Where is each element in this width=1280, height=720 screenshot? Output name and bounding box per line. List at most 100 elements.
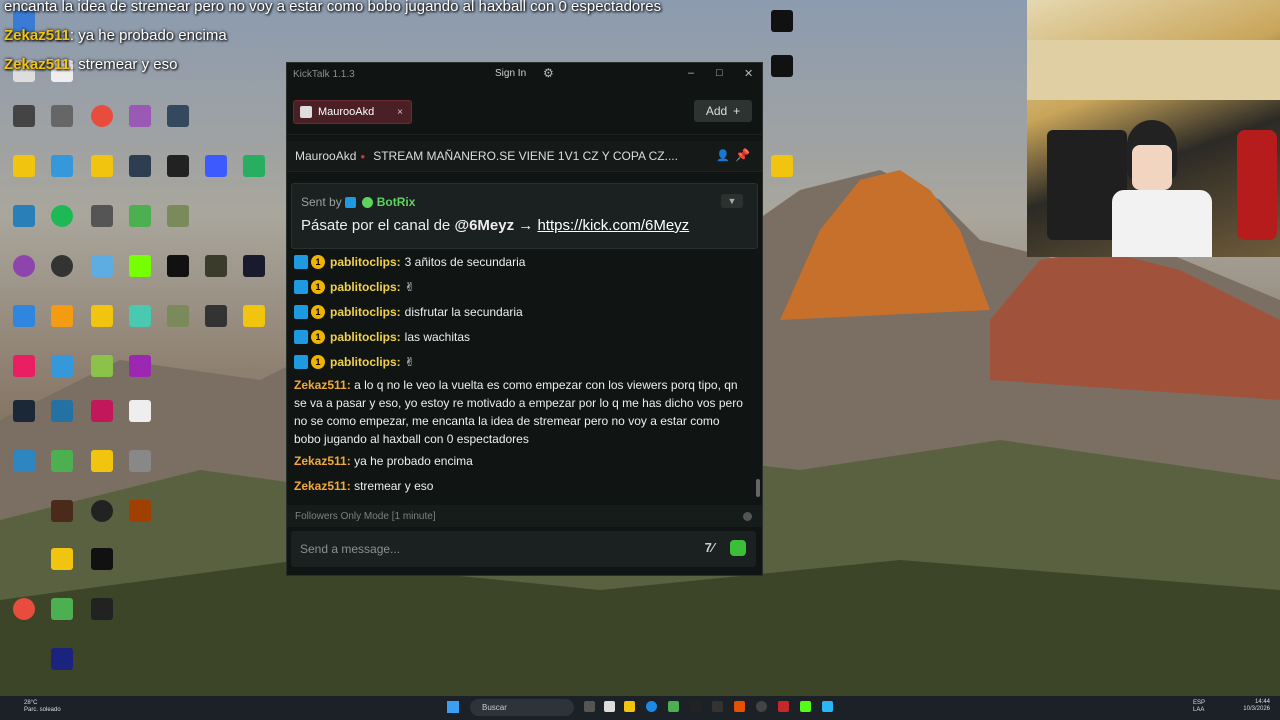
- taskbar-app-icon[interactable]: [604, 701, 615, 712]
- sent-by-label: Sent by: [301, 195, 342, 209]
- chat-username[interactable]: pablitoclips:: [330, 305, 401, 319]
- windows-start-icon[interactable]: [447, 701, 459, 713]
- chat-username[interactable]: Zekaz511:: [294, 378, 351, 392]
- kicktalk-window: KickTalk 1.1.3 Sign In ⚙ – □ ✕ MaurooAkd…: [286, 62, 763, 576]
- desktop-icon[interactable]: [40, 648, 84, 672]
- overlay-username: Zekaz511: [4, 27, 70, 44]
- user-icon[interactable]: 👤: [716, 149, 730, 162]
- taskbar-app-icon[interactable]: [822, 701, 833, 712]
- add-label: Add: [705, 104, 728, 118]
- stream-overlay-line: Zekaz511: ya he probado encima: [4, 27, 227, 44]
- pinned-text-prefix: Pásate por el canal de: [301, 217, 451, 234]
- chat-emote: ✌: [404, 279, 415, 294]
- taskbar-app-icon[interactable]: [800, 701, 811, 712]
- title-bar: KickTalk 1.1.3 Sign In ⚙ – □ ✕: [287, 63, 762, 86]
- desktop-icon[interactable]: [40, 105, 84, 129]
- taskbar-app-icon[interactable]: [712, 701, 723, 712]
- desktop-icon[interactable]: [760, 55, 804, 79]
- badge-icon: [294, 354, 308, 369]
- settings-gear-icon[interactable]: ⚙: [543, 66, 554, 80]
- chat-username[interactable]: pablitoclips:: [330, 330, 401, 344]
- maximize-button[interactable]: □: [716, 67, 723, 79]
- chat-username[interactable]: Zekaz511:: [294, 479, 351, 493]
- live-indicator-icon: ●: [360, 151, 366, 161]
- chat-text: ya he probado encima: [354, 453, 473, 468]
- desktop-icon[interactable]: [40, 400, 84, 424]
- weather-widget[interactable]: 28°C Parc. soleado: [24, 700, 61, 714]
- desktop-icon[interactable]: [40, 548, 84, 572]
- taskbar: 28°C Parc. soleado Buscar ESP LAA 14:44 …: [0, 696, 1280, 720]
- chevron-down-icon[interactable]: ▼: [721, 194, 743, 208]
- chat-message: Zekaz511: a lo q no le veo la vuelta es …: [294, 376, 749, 448]
- pin-icon[interactable]: 📌: [735, 148, 750, 162]
- taskbar-clock[interactable]: 14:44 10/3/2026: [1243, 699, 1270, 713]
- desktop-icon[interactable]: [118, 400, 162, 424]
- desktop-icon[interactable]: [760, 155, 804, 179]
- sub-badge-icon: 1: [311, 304, 325, 319]
- taskbar-app-icon[interactable]: [584, 701, 595, 712]
- taskbar-app-icon[interactable]: [646, 701, 657, 712]
- chat-username[interactable]: Zekaz511:: [294, 454, 351, 468]
- desktop-icon[interactable]: [80, 548, 124, 572]
- close-button[interactable]: ✕: [744, 67, 753, 80]
- desktop-icon[interactable]: [40, 205, 84, 229]
- sub-badge-icon: 1: [311, 279, 325, 294]
- tab-maurooakd[interactable]: MaurooAkd ×: [293, 100, 412, 124]
- language-indicator[interactable]: ESP LAA: [1193, 700, 1205, 714]
- desktop-icon[interactable]: [40, 305, 84, 329]
- weather-temp: 28°C: [24, 700, 38, 706]
- sign-in-button[interactable]: Sign In: [495, 68, 526, 79]
- pinned-link[interactable]: https://kick.com/6Meyz: [537, 217, 689, 234]
- desktop-icon[interactable]: [80, 598, 124, 622]
- taskbar-app-icon[interactable]: [734, 701, 745, 712]
- desktop-icon[interactable]: [40, 598, 84, 622]
- chat-text: las wachitas: [404, 329, 471, 344]
- taskbar-app-icon[interactable]: [624, 701, 635, 712]
- chat-username[interactable]: pablitoclips:: [330, 255, 401, 269]
- message-input[interactable]: Send a message... 7⁄: [291, 531, 756, 567]
- desktop-icon[interactable]: [40, 155, 84, 179]
- minimize-button[interactable]: –: [688, 67, 694, 79]
- badge-icon: [294, 329, 308, 344]
- desktop-icon[interactable]: [232, 305, 276, 329]
- badge-icon: [294, 279, 308, 294]
- add-channel-button[interactable]: Add +: [694, 100, 752, 122]
- tab-close-icon[interactable]: ×: [397, 107, 403, 118]
- channel-avatar: [300, 106, 312, 118]
- desktop-icon[interactable]: [118, 450, 162, 474]
- desktop-icon[interactable]: [760, 10, 804, 34]
- chat-text: a lo q no le veo la vuelta es como empez…: [294, 378, 743, 446]
- overlay-text: : stremear y eso: [69, 56, 178, 73]
- taskbar-app-icon[interactable]: [778, 701, 789, 712]
- message-placeholder: Send a message...: [300, 542, 401, 556]
- desktop-icon[interactable]: [232, 255, 276, 279]
- pinned-text: Pásate por el canal de @6Meyz → https://…: [301, 217, 689, 234]
- 7tv-emote-icon[interactable]: 7⁄: [705, 540, 714, 555]
- chat-text: stremear y eso: [354, 478, 434, 493]
- desktop-icon[interactable]: [232, 155, 276, 179]
- desktop-icon[interactable]: [118, 355, 162, 379]
- pinned-mention[interactable]: @6Meyz: [454, 217, 514, 234]
- stream-title: STREAM MAÑANERO.SE VIENE 1V1 CZ Y COPA C…: [373, 149, 678, 163]
- desktop-icon[interactable]: [156, 105, 200, 129]
- chat-scrollbar[interactable]: [756, 479, 760, 497]
- pinned-sender: Sent by BotRix: [301, 195, 415, 209]
- chat-username[interactable]: pablitoclips:: [330, 280, 401, 294]
- taskbar-app-icon[interactable]: [690, 701, 701, 712]
- desktop-icon[interactable]: [118, 500, 162, 524]
- kick-emote-icon[interactable]: [730, 540, 746, 556]
- taskbar-app-icon[interactable]: [668, 701, 679, 712]
- chat-message: 1 pablitoclips: 3 añitos de secundaria: [294, 249, 749, 274]
- desktop-icon[interactable]: [40, 500, 84, 524]
- taskbar-search[interactable]: Buscar: [470, 699, 574, 716]
- info-icon[interactable]: [743, 511, 752, 521]
- chat-username[interactable]: pablitoclips:: [330, 355, 401, 369]
- taskbar-app-icon[interactable]: [756, 701, 767, 712]
- desktop-icon[interactable]: [156, 205, 200, 229]
- channel-header: MaurooAkd ● STREAM MAÑANERO.SE VIENE 1V1…: [287, 141, 762, 172]
- desktop-icon[interactable]: [40, 255, 84, 279]
- desktop-icon[interactable]: [40, 355, 84, 379]
- desktop-icon[interactable]: [40, 450, 84, 474]
- bot-name: BotRix: [376, 195, 416, 209]
- sub-badge-icon: 1: [311, 254, 325, 269]
